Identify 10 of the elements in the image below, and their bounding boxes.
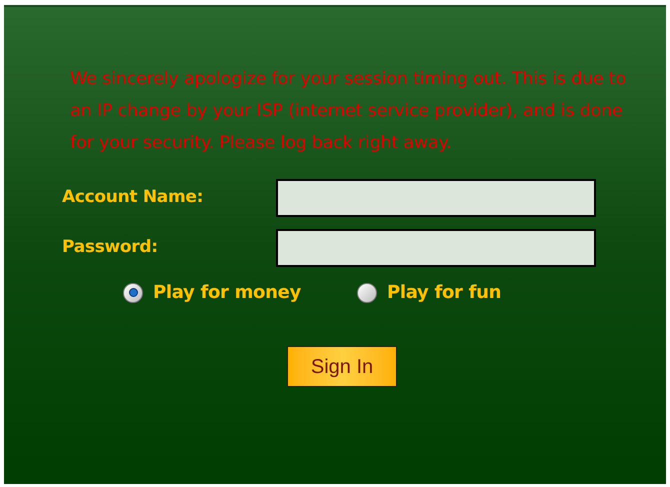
sign-in-button[interactable]: Sign In xyxy=(287,346,397,387)
radio-button[interactable] xyxy=(356,282,377,302)
radio-button[interactable] xyxy=(123,282,143,302)
field-label: Password: xyxy=(62,236,159,260)
input-field[interactable] xyxy=(276,229,596,267)
input-field[interactable] xyxy=(276,179,596,217)
field-label: Account Name: xyxy=(62,186,204,210)
radio-label[interactable]: Play for fun xyxy=(386,279,502,306)
error-message: We sincerely apologize for your session timing out. This is due to an IP change by your ISP (internet service provider), and is done for your security. Please log back right away. xyxy=(70,68,627,155)
radio-label[interactable]: Play for money xyxy=(153,279,301,306)
